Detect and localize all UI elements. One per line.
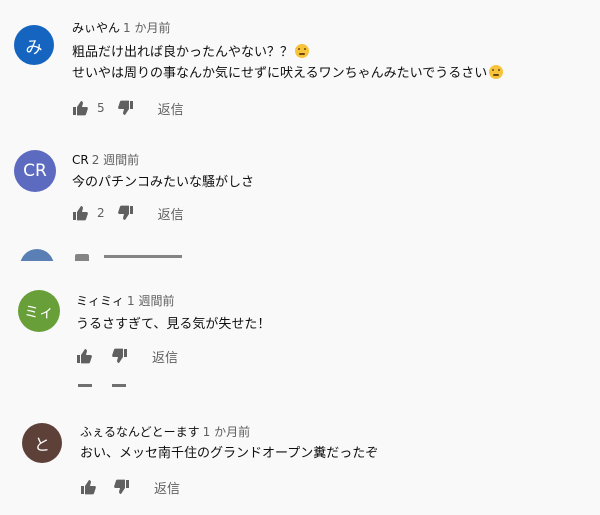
reply-button[interactable]: 返信 [152,347,178,366]
comment-line: おい、メッセ南千住のグランドオープン糞だったぞ [80,446,379,461]
comment-line: うるさすぎて、見る気が失せた！ [76,317,271,332]
thumbs-up-icon [75,254,89,261]
partial-comment-strip [0,243,600,261]
comment-time[interactable]: 1 か月前 [203,425,250,439]
thumbs-up-icon[interactable] [72,205,88,221]
comment-time[interactable]: 1 か月前 [123,21,170,35]
avatar[interactable]: と [22,423,62,463]
comment-actions: 5 返信 [72,98,184,118]
laughing-emoji-icon [489,65,504,79]
comment-line: 今のパチンコみたいな騒がしさ [72,175,255,190]
reply-button[interactable]: 返信 [158,99,184,118]
like-count: 2 [97,206,105,220]
comment-actions: 返信 [76,346,178,366]
comment-header: ミィミィ 1 週間前 [76,292,174,309]
comment-text: うるさすぎて、見る気が失せた！ [76,314,270,335]
comment-author[interactable]: CR [72,153,89,167]
comment-author[interactable]: ミィミィ [76,294,124,308]
like-count: 5 [97,101,105,115]
comment-text: 粗品だけ出れば良かったんやない？？ せいやは周りの事なんか気にせずに吠えるワンち… [72,42,504,84]
comment-time[interactable]: 1 週間前 [127,294,174,308]
avatar [20,249,54,261]
thumbs-down-icon [112,384,126,387]
avatar[interactable]: CR [14,150,56,192]
partial-text-fragment [104,255,182,258]
thumbs-up-icon[interactable] [80,479,96,495]
comment-text: 今のパチンコみたいな騒がしさ [72,172,254,193]
reply-button[interactable]: 返信 [158,204,184,223]
thumbs-down-icon[interactable] [117,205,134,221]
thumbs-down-icon[interactable] [112,348,128,364]
thumbs-up-icon [78,384,92,387]
avatar[interactable]: み [14,25,54,65]
reply-button[interactable]: 返信 [154,478,180,497]
thumbs-up-icon[interactable] [72,100,88,116]
partial-actions-strip [0,376,600,390]
comment-time[interactable]: 2 週間前 [92,153,139,167]
comment-line: 粗品だけ出れば良かったんやない？？ [72,45,294,60]
comment-header: CR 2 週間前 [72,151,139,168]
thumbs-down-icon[interactable] [114,479,130,495]
comment-header: みぃやん 1 か月前 [72,19,170,36]
comment-actions: 2 返信 [72,203,184,223]
comment-actions: 返信 [80,477,180,497]
comment-author[interactable]: みぃやん [72,21,120,35]
comment-text: おい、メッセ南千住のグランドオープン糞だったぞ [80,443,378,464]
avatar[interactable]: ミィ [18,290,60,332]
comment-header: ふぇるなんどとーます 1 か月前 [80,423,250,440]
thinking-emoji-icon [295,44,310,58]
comment-author[interactable]: ふぇるなんどとーます [80,425,200,439]
comment-line: せいやは周りの事なんか気にせずに吠えるワンちゃんみたいでうるさい [72,66,488,81]
thumbs-down-icon[interactable] [117,100,134,116]
thumbs-up-icon[interactable] [76,348,92,364]
